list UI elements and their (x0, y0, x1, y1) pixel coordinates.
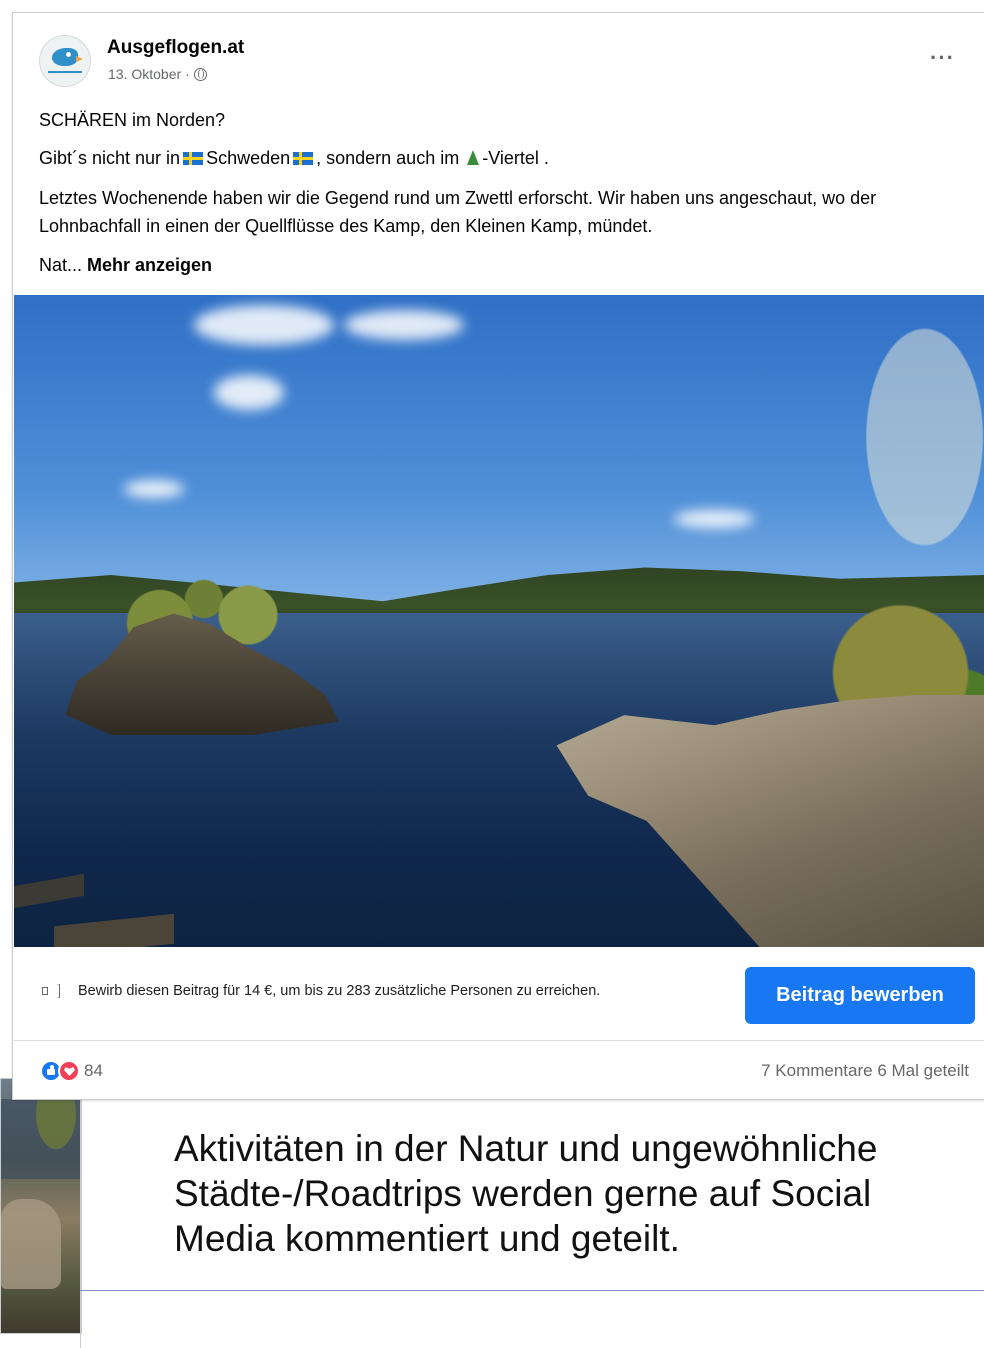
page-name-link[interactable]: Ausgeflogen.at (107, 37, 244, 59)
promote-text: Bewirb diesen Beitrag für 14 €, um bis z… (78, 983, 601, 999)
tree-icon (467, 150, 480, 165)
see-more-link[interactable]: Mehr anzeigen (87, 255, 212, 275)
sweden-flag-icon (293, 152, 314, 165)
post-meta: 13. Oktober · (108, 66, 207, 82)
background-photo-fragment (0, 1078, 82, 1334)
promote-bar: Bewirb diesen Beitrag für 14 €, um bis z… (14, 947, 984, 1041)
post-line-2: Gibt´s nicht nur in Schweden, sondern auc… (39, 148, 549, 168)
sweden-flag-icon (183, 152, 204, 165)
post-date[interactable]: 13. Oktober (108, 66, 181, 82)
slide-divider-horizontal (80, 1290, 984, 1291)
megaphone-icon (42, 984, 60, 998)
promote-post-button[interactable]: Beitrag bewerben (745, 967, 975, 1024)
post-body: Letztes Wochenende haben wir die Gegend … (39, 188, 877, 236)
more-options-button[interactable]: ··· (930, 45, 955, 71)
love-icon (58, 1060, 80, 1082)
reaction-icons[interactable] (40, 1060, 90, 1082)
post-photo[interactable] (14, 295, 984, 947)
shares-count[interactable]: 6 Mal geteilt (877, 1061, 969, 1080)
reaction-count[interactable]: 84 (84, 1061, 103, 1081)
comments-count[interactable]: 7 Kommentare (761, 1061, 873, 1080)
globe-icon (193, 67, 207, 81)
facebook-post: Ausgeflogen.at 13. Oktober · ··· SCHÄREN… (12, 12, 984, 1100)
slide-caption: Aktivitäten in der Natur und ungewöhnlic… (174, 1128, 878, 1259)
reactions-bar: 84 7 Kommentare 6 Mal geteilt (14, 1041, 984, 1099)
page-avatar[interactable] (39, 35, 91, 87)
post-truncated: Nat... Mehr anzeigen (39, 255, 213, 275)
meta-separator: · (185, 66, 190, 82)
slide-divider-vertical (80, 1078, 81, 1348)
bird-logo-icon (52, 48, 78, 66)
post-headline: SCHÄREN im Norden? (39, 110, 226, 130)
comments-shares: 7 Kommentare 6 Mal geteilt (761, 1061, 969, 1081)
